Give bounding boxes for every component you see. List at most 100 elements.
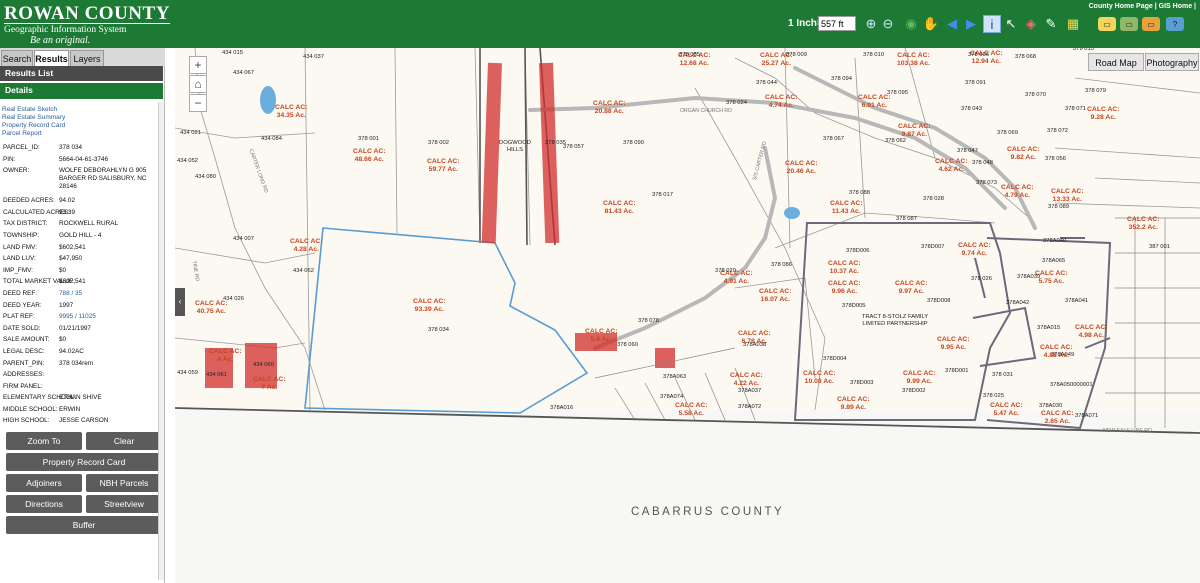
measure-icon[interactable]: ▭ [1142, 17, 1160, 31]
parcel-id-label[interactable]: 378 056 [1045, 156, 1066, 162]
parcel-id-label[interactable]: 378A063 [663, 374, 686, 380]
parcel-id-label[interactable]: 378A015 [1037, 325, 1060, 331]
parcel-id-label[interactable]: 378D007 [921, 244, 945, 250]
export-icon[interactable]: ▭ [1120, 17, 1138, 31]
parcel-id-label[interactable]: 378 062 [885, 138, 906, 144]
parcel-id-label[interactable]: 378 087 [896, 216, 917, 222]
parcel-id-label[interactable]: 378 096 [968, 52, 989, 58]
buffer-button[interactable]: Buffer [6, 516, 162, 534]
tab-search[interactable]: Search [1, 50, 33, 66]
back-arrow-icon[interactable]: ◀ [943, 15, 961, 33]
directions-button[interactable]: Directions [6, 495, 82, 513]
clear-button[interactable]: Clear [86, 432, 162, 450]
parcel-id-label[interactable]: 378A049 [1051, 352, 1074, 358]
parcel-id-label[interactable]: 378 079 [1085, 88, 1106, 94]
parcel-id-label[interactable]: 434 084 [261, 136, 282, 142]
property-record-card-button[interactable]: Property Record Card [6, 453, 162, 471]
parcel-id-label[interactable]: 434 061 [206, 372, 227, 378]
parcel-id-label[interactable]: 378 028 [923, 196, 944, 202]
parcel-id-label[interactable]: 378D006 [846, 248, 870, 254]
details-header[interactable]: Details [0, 83, 163, 99]
parcel-id-label[interactable]: 378D005 [842, 303, 866, 309]
parcel-id-label[interactable]: 378 043 [961, 106, 982, 112]
road-map-button[interactable]: Road Map [1088, 53, 1144, 71]
parcel-id-label[interactable]: 378 025 [983, 393, 1004, 399]
parcel-id-label[interactable]: 434 062 [293, 268, 314, 274]
parcel-id-label[interactable]: 434 080 [195, 174, 216, 180]
link-property-record-card[interactable]: Property Record Card [2, 122, 65, 130]
home-icon[interactable]: ⌂ [189, 75, 207, 93]
top-links[interactable]: County Home Page | GIS Home | [1089, 3, 1196, 10]
parcel-id-label[interactable]: 378 088 [849, 190, 870, 196]
parcel-id-label[interactable]: 378A040 [1043, 238, 1066, 244]
parcel-id-label[interactable]: 379 013 [1073, 48, 1094, 52]
parcel-id-label[interactable]: 434 037 [303, 54, 324, 60]
parcel-id-label[interactable]: 378A016 [550, 405, 573, 411]
parcel-id-label[interactable]: 378A074 [660, 394, 683, 400]
link-real-estate-sketch[interactable]: Real Estate Sketch [2, 106, 65, 114]
parcel-id-label[interactable]: 434 052 [177, 158, 198, 164]
map-icon[interactable]: ▦ [1064, 15, 1082, 33]
parcel-id-label[interactable]: 378 085 [679, 52, 700, 58]
parcel-id-label[interactable]: 378 009 [786, 52, 807, 58]
parcel-id-label[interactable]: 378 031 [992, 372, 1013, 378]
parcel-id-label[interactable]: 378 091 [965, 80, 986, 86]
parcel-id-label[interactable]: 378 001 [358, 136, 379, 142]
parcel-id-label[interactable]: 378 094 [831, 76, 852, 82]
parcel-id-label[interactable]: 378 026 [971, 276, 992, 282]
parcel-id-label[interactable]: 434 060 [253, 362, 274, 368]
parcel-id-label[interactable]: 378 017 [652, 192, 673, 198]
parcel-id-label[interactable]: 434 059 [177, 370, 198, 376]
zoom-out-icon[interactable]: ⊖ [879, 15, 897, 33]
parcel-id-label[interactable]: 378 048 [972, 160, 993, 166]
panel-scrollbar[interactable] [158, 102, 164, 580]
parcel-id-label[interactable]: 434 015 [222, 50, 243, 56]
parcel-id-label[interactable]: 378 089 [1048, 204, 1069, 210]
globe-icon[interactable]: ◉ [902, 15, 920, 33]
scale-input[interactable] [818, 16, 856, 31]
parcel-id-label[interactable]: 434 007 [233, 236, 254, 242]
parcel-id-label[interactable]: 378A071 [1075, 413, 1098, 419]
eraser-icon[interactable]: ◈ [1022, 15, 1040, 33]
parcel-id-label[interactable]: 378 072 [1047, 128, 1068, 134]
forward-arrow-icon[interactable]: ▶ [962, 15, 980, 33]
parcel-id-label[interactable]: 378A041 [1065, 298, 1088, 304]
parcel-id-label[interactable]: 378A065 [1042, 258, 1065, 264]
pencil-icon[interactable]: ✎ [1042, 15, 1060, 33]
help-icon[interactable]: ? [1166, 17, 1184, 31]
parcel-id-label[interactable]: 378 034 [428, 327, 449, 333]
parcel-id-label[interactable]: 378 078 [638, 318, 659, 324]
nbh-parcels-button[interactable]: NBH Parcels [86, 474, 162, 492]
parcel-id-label[interactable]: 378 090 [623, 140, 644, 146]
print-icon[interactable]: ▭ [1098, 17, 1116, 31]
parcel-id-label[interactable]: 378D003 [850, 380, 874, 386]
parcel-id-label[interactable]: 378A050000001 [1050, 382, 1093, 388]
tab-results[interactable]: Results [34, 50, 69, 66]
link-parcel-report[interactable]: Parcel Report [2, 130, 65, 138]
parcel-id-label[interactable]: 378A038 [743, 342, 766, 348]
parcel-id-label[interactable]: 378A042 [1006, 300, 1029, 306]
attribute-value[interactable]: 788 / 35 [59, 290, 82, 298]
tab-layers[interactable]: Layers [70, 50, 104, 66]
parcel-id-label[interactable]: 378A037 [738, 388, 761, 394]
parcel-id-label[interactable]: 378 070 [1025, 92, 1046, 98]
results-list-header[interactable]: Results List [0, 66, 163, 81]
parcel-id-label[interactable]: 378A072 [738, 404, 761, 410]
parcel-id-label[interactable]: 378 047 [957, 148, 978, 154]
parcel-id-label[interactable]: 378D008 [927, 298, 951, 304]
link-real-estate-summary[interactable]: Real Estate Summary [2, 114, 65, 122]
parcel-id-label[interactable]: 378 029 [715, 268, 736, 274]
parcel-id-label[interactable]: 378 086 [771, 262, 792, 268]
pan-hand-icon[interactable]: ✋ [922, 15, 940, 33]
parcel-id-label[interactable]: 378 024 [726, 100, 747, 106]
parcel-id-label[interactable]: 378D001 [945, 368, 969, 374]
streetview-button[interactable]: Streetview [86, 495, 162, 513]
parcel-id-label[interactable]: 378 095 [887, 90, 908, 96]
parcel-id-label[interactable]: 378D002 [902, 388, 926, 394]
map-canvas[interactable]: + ⌂ − ‹ Road Map Photography CALC AC: 12.… [175, 48, 1200, 583]
parcel-id-label[interactable]: 378 067 [823, 136, 844, 142]
parcel-id-label[interactable]: 378 010 [863, 52, 884, 58]
parcel-id-label[interactable]: 378 071 [1065, 106, 1086, 112]
parcel-id-label[interactable]: 434 026 [223, 296, 244, 302]
photography-button[interactable]: Photography [1145, 53, 1199, 71]
